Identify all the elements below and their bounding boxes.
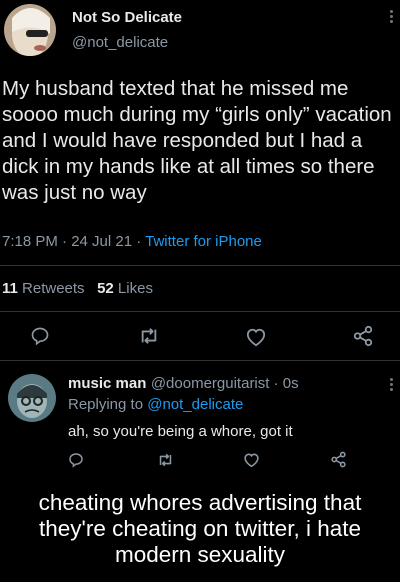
retweets-stat[interactable]: 11 Retweets xyxy=(2,280,85,297)
reply-more-icon[interactable] xyxy=(388,376,394,393)
replying-to-handle[interactable]: @not_delicate xyxy=(147,396,243,413)
replying-to-prefix: Replying to xyxy=(68,396,148,413)
reply-author-handle[interactable]: @doomerguitarist · 0s xyxy=(151,375,299,392)
engagement-stats: 11 Retweets 52 Likes xyxy=(2,280,153,297)
divider xyxy=(0,311,400,312)
likes-label: Likes xyxy=(113,280,153,297)
retweet-icon[interactable] xyxy=(138,326,160,346)
author-avatar[interactable] xyxy=(4,4,56,56)
divider xyxy=(0,265,400,266)
reply-reply-icon[interactable] xyxy=(68,452,84,468)
like-icon[interactable] xyxy=(245,327,267,347)
reply-header: music man @doomerguitarist · 0s xyxy=(68,375,299,393)
meme-caption: cheating whores advertising that they're… xyxy=(38,490,362,567)
reply-author-avatar[interactable] xyxy=(8,374,56,422)
share-icon[interactable] xyxy=(352,325,374,347)
replying-to: Replying to @not_delicate xyxy=(68,396,243,413)
retweets-label: Retweets xyxy=(17,280,85,297)
reply-text: ah, so you're being a whore, got it xyxy=(68,423,293,440)
reply-like-icon[interactable] xyxy=(243,452,260,468)
more-icon[interactable] xyxy=(388,8,394,25)
tweet-text: My husband texted that he missed me sooo… xyxy=(2,77,392,204)
reply-retweet-icon[interactable] xyxy=(157,452,174,468)
likes-stat[interactable]: 52 Likes xyxy=(97,280,153,297)
tweet-source-link[interactable]: Twitter for iPhone xyxy=(145,233,262,250)
likes-count: 52 xyxy=(97,280,114,297)
author-name[interactable]: Not So Delicate xyxy=(72,9,182,26)
reply-share-icon[interactable] xyxy=(330,451,347,468)
tweet-timestamp: 7:18 PM · 24 Jul 21 · xyxy=(2,233,146,250)
tweet-meta: 7:18 PM · 24 Jul 21 · Twitter for iPhone xyxy=(2,233,262,250)
author-handle[interactable]: @not_delicate xyxy=(72,34,168,51)
reply-icon[interactable] xyxy=(30,326,50,346)
divider xyxy=(0,360,400,361)
retweets-count: 11 xyxy=(2,280,18,297)
reply-author-name[interactable]: music man xyxy=(68,375,146,392)
